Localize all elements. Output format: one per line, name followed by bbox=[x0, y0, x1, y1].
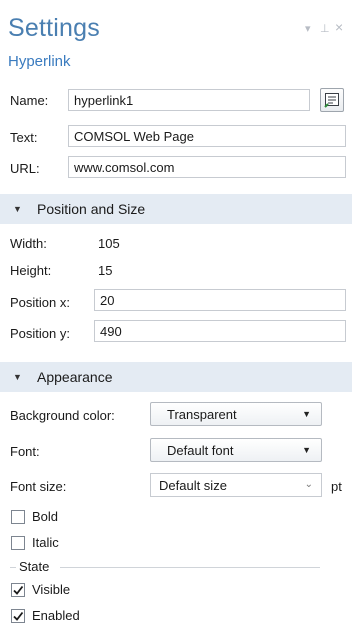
caret-down-icon: ▼ bbox=[13, 204, 22, 214]
font-size-value: Default size bbox=[159, 478, 227, 493]
caret-down-icon: ▼ bbox=[13, 372, 22, 382]
name-input[interactable] bbox=[68, 89, 310, 111]
pin-icon[interactable]: ⊥ bbox=[320, 22, 330, 35]
section-appearance[interactable]: ▼ Appearance bbox=[0, 362, 352, 392]
font-combo[interactable]: Default font ▼ bbox=[150, 438, 322, 462]
panel-title: Settings bbox=[8, 14, 100, 42]
section-title-appearance: Appearance bbox=[37, 369, 113, 385]
checkmark-icon bbox=[13, 611, 24, 621]
panel-subtitle: Hyperlink bbox=[8, 53, 71, 70]
italic-checkbox[interactable] bbox=[11, 536, 25, 550]
chevron-down-icon: ⌄ bbox=[304, 479, 313, 490]
section-position-and-size[interactable]: ▼ Position and Size bbox=[0, 194, 352, 224]
background-color-label: Background color: bbox=[10, 408, 115, 423]
panel-menu-dropdown-icon[interactable]: ▾ bbox=[305, 22, 311, 35]
font-size-unit: pt bbox=[331, 479, 342, 494]
bold-checkbox[interactable] bbox=[11, 510, 25, 524]
visible-label: Visible bbox=[32, 582, 71, 597]
url-label: URL: bbox=[10, 161, 40, 176]
visible-checkbox[interactable] bbox=[11, 583, 25, 597]
position-x-input[interactable] bbox=[94, 289, 346, 311]
chevron-down-icon: ▼ bbox=[302, 409, 311, 419]
width-value: 105 bbox=[98, 236, 120, 251]
bold-label: Bold bbox=[32, 509, 59, 524]
close-icon[interactable]: × bbox=[335, 19, 343, 35]
state-group-line-right bbox=[60, 567, 320, 568]
rename-button[interactable] bbox=[320, 88, 344, 112]
font-label: Font: bbox=[10, 444, 40, 459]
position-x-label: Position x: bbox=[10, 295, 70, 310]
section-title-position: Position and Size bbox=[37, 201, 146, 217]
position-y-input[interactable] bbox=[94, 320, 346, 342]
position-y-label: Position y: bbox=[10, 326, 70, 341]
height-value: 15 bbox=[98, 263, 113, 278]
chevron-down-icon: ▼ bbox=[302, 445, 311, 455]
font-size-label: Font size: bbox=[10, 479, 67, 494]
height-label: Height: bbox=[10, 263, 52, 278]
enabled-label: Enabled bbox=[32, 608, 80, 623]
state-group-line-left bbox=[10, 567, 16, 568]
background-color-value: Transparent bbox=[167, 407, 237, 422]
text-label: Text: bbox=[10, 130, 38, 145]
background-color-combo[interactable]: Transparent ▼ bbox=[150, 402, 322, 426]
enabled-checkbox[interactable] bbox=[11, 609, 25, 623]
font-value: Default font bbox=[167, 443, 234, 458]
rename-icon bbox=[324, 93, 339, 108]
width-label: Width: bbox=[10, 236, 47, 251]
text-input[interactable] bbox=[68, 125, 346, 147]
name-label: Name: bbox=[10, 93, 49, 108]
checkmark-icon bbox=[13, 585, 24, 595]
state-group-label: State bbox=[19, 559, 50, 574]
italic-label: Italic bbox=[32, 535, 59, 550]
url-input[interactable] bbox=[68, 156, 346, 178]
font-size-select[interactable]: Default size ⌄ bbox=[150, 473, 322, 497]
